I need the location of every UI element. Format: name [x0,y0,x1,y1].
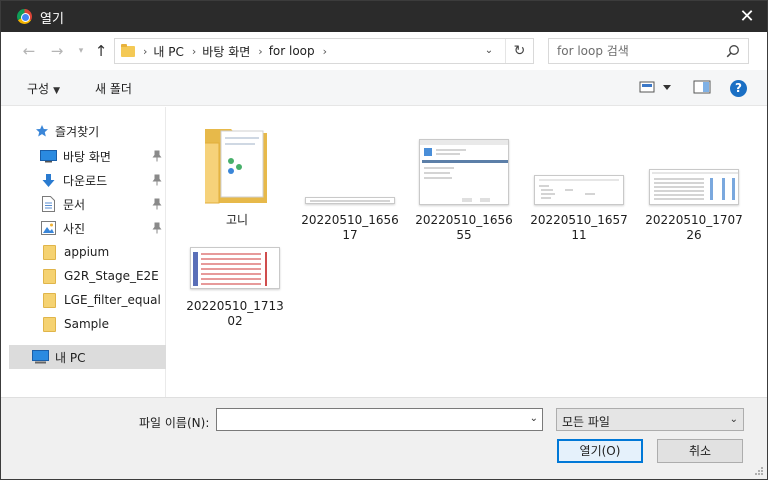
organize-label: 구성 [27,82,50,96]
open-button[interactable]: 열기(O) [557,439,643,463]
chevron-down-icon[interactable]: ⌄ [530,413,538,424]
sidebar-item-label: 내 PC [55,350,86,365]
pin-icon[interactable] [152,150,162,162]
organize-button[interactable]: 구성 ▼ [27,80,60,97]
sidebar-item-label: LGE_filter_equal [64,293,161,307]
filetype-value: 모든 파일 [562,415,610,429]
new-folder-button[interactable]: 새 폴더 [95,80,132,97]
file-item-image[interactable]: 20220510_171302 [185,243,285,328]
pictures-icon [41,221,56,235]
sidebar-item-appium[interactable]: appium [9,240,166,264]
breadcrumb-desktop[interactable]: 바탕 화면 [202,43,250,60]
document-icon [42,196,55,212]
pin-icon[interactable] [152,198,162,210]
pin-icon[interactable] [152,174,162,186]
sidebar-item-quick-access[interactable]: 즐겨찾기 [9,119,166,143]
download-icon [42,173,55,187]
file-item-folder[interactable]: 고니 [187,117,287,227]
sidebar-item-label: 다운로드 [63,173,108,188]
filename-label: 파일 이름(N): [139,416,210,430]
sidebar-item-downloads[interactable]: 다운로드 [9,168,166,192]
chevron-right-icon[interactable]: › [258,45,262,58]
pin-icon[interactable] [152,222,162,234]
search-icon[interactable] [726,44,740,58]
folder-icon [43,244,56,260]
sidebar-item-documents[interactable]: 문서 [9,192,166,216]
image-thumbnail [534,175,624,205]
file-item-image[interactable]: 20220510_170726 [644,117,744,242]
preview-pane-button[interactable] [693,80,711,97]
address-history-chevron-icon[interactable]: ⌄ [479,39,499,63]
sidebar-item-label: 바탕 화면 [63,149,111,164]
cancel-button[interactable]: 취소 [657,439,743,463]
chevron-down-icon: ⌄ [729,414,738,425]
folder-icon [43,316,56,332]
file-name: 고니 [225,213,249,227]
command-bar: 구성 ▼ 새 폴더 ? [1,70,767,106]
sidebar-item-pictures[interactable]: 사진 [9,216,166,240]
filename-combobox[interactable]: ⌄ [216,408,543,431]
file-name: 20220510_165617 [301,213,399,242]
sidebar-item-label: 즐겨찾기 [55,124,100,139]
sidebar-item-label: 문서 [63,197,86,212]
close-button[interactable]: ✕ [735,5,759,29]
file-item-image[interactable]: 20220510_165711 [529,117,629,242]
filename-input[interactable] [221,412,511,427]
chevron-right-icon[interactable]: › [323,45,327,58]
image-thumbnail [305,197,395,204]
resize-grip-icon[interactable] [754,466,764,476]
file-name: 20220510_171302 [186,299,284,328]
chrome-icon [17,9,32,24]
help-icon[interactable]: ? [730,80,747,97]
back-arrow-icon[interactable]: ← [19,41,39,61]
folder-icon [43,268,56,284]
change-view-button[interactable] [639,80,673,97]
sidebar-item-sample[interactable]: Sample [9,312,166,336]
sidebar-item-label: 사진 [63,221,86,236]
dialog-footer: 파일 이름(N): ⌄ 모든 파일 ⌄ 열기(O) 취소 [1,397,767,479]
open-file-dialog: 열기 ✕ ← → ▾ ↑ › 내 PC › 바탕 화면 › for loop ›… [0,0,768,480]
view-menu-icon [639,81,671,93]
file-name: 20220510_165655 [415,213,513,242]
navigation-pane: 즐겨찾기 바탕 화면 다운로드 문서 사진 appium G2R_Stage_E… [9,107,166,397]
navigation-bar: ← → ▾ ↑ › 내 PC › 바탕 화면 › for loop › ⌄ ↻ [1,32,767,70]
star-icon [36,125,48,137]
up-arrow-icon[interactable]: ↑ [91,41,111,61]
file-item-image[interactable]: 20220510_165617 [300,117,400,242]
chevron-right-icon[interactable]: › [192,45,196,58]
sidebar-item-label: G2R_Stage_E2E [64,269,159,283]
breadcrumb-this-pc[interactable]: 내 PC [153,43,183,60]
refresh-icon[interactable]: ↻ [505,39,533,63]
folder-icon [205,129,267,204]
folder-icon [43,292,56,308]
image-thumbnail [649,169,739,205]
address-bar[interactable]: › 내 PC › 바탕 화면 › for loop › ⌄ ↻ [114,38,534,64]
dialog-title: 열기 [40,12,64,27]
desktop-icon [40,149,57,162]
recent-locations-chevron-icon[interactable]: ▾ [71,41,91,61]
chevron-right-icon[interactable]: › [143,45,147,58]
sidebar-item-this-pc[interactable]: 내 PC [9,345,166,369]
search-box[interactable] [548,38,749,64]
sidebar-item-lge-filter-equal[interactable]: LGE_filter_equal [9,288,166,312]
breadcrumb-for-loop[interactable]: for loop [269,44,315,58]
image-thumbnail [190,247,280,289]
caret-down-icon: ▼ [53,86,61,96]
pc-icon [32,350,49,364]
file-list: 고니 20220510_165617 20220510_165655 20220… [167,107,767,397]
forward-arrow-icon[interactable]: → [47,41,67,61]
search-input[interactable] [557,43,717,59]
image-thumbnail [419,139,509,205]
sidebar-item-label: Sample [64,317,109,331]
file-name: 20220510_165711 [530,213,628,242]
preview-pane-icon [693,80,711,94]
sidebar-item-label: appium [64,245,110,259]
title-bar: 열기 ✕ [1,1,767,32]
folder-icon [121,43,135,57]
sidebar-item-g2r-stage-e2e[interactable]: G2R_Stage_E2E [9,264,166,288]
filetype-select[interactable]: 모든 파일 ⌄ [556,408,744,431]
file-item-image[interactable]: 20220510_165655 [414,117,514,242]
sidebar-item-desktop[interactable]: 바탕 화면 [9,144,166,168]
file-name: 20220510_170726 [645,213,743,242]
